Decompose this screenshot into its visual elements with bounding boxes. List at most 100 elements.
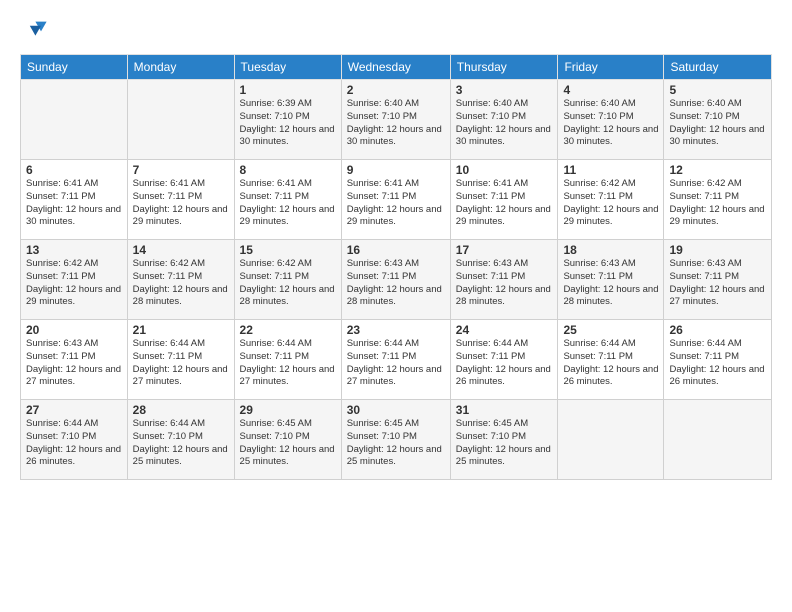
weekday-header-tuesday: Tuesday (234, 55, 341, 80)
day-number: 17 (456, 243, 553, 257)
day-info: Sunrise: 6:41 AMSunset: 7:11 PMDaylight:… (26, 178, 122, 229)
day-number: 8 (240, 163, 336, 177)
day-info: Sunrise: 6:45 AMSunset: 7:10 PMDaylight:… (240, 418, 336, 469)
weekday-header-row: SundayMondayTuesdayWednesdayThursdayFrid… (21, 55, 772, 80)
calendar-cell: 24Sunrise: 6:44 AMSunset: 7:11 PMDayligh… (450, 320, 558, 400)
calendar-table: SundayMondayTuesdayWednesdayThursdayFrid… (20, 54, 772, 480)
day-number: 19 (669, 243, 766, 257)
day-info: Sunrise: 6:44 AMSunset: 7:11 PMDaylight:… (669, 338, 766, 389)
weekday-header-friday: Friday (558, 55, 664, 80)
day-info: Sunrise: 6:43 AMSunset: 7:11 PMDaylight:… (669, 258, 766, 309)
day-number: 3 (456, 83, 553, 97)
calendar-cell: 25Sunrise: 6:44 AMSunset: 7:11 PMDayligh… (558, 320, 664, 400)
day-info: Sunrise: 6:44 AMSunset: 7:11 PMDaylight:… (563, 338, 658, 389)
day-info: Sunrise: 6:44 AMSunset: 7:11 PMDaylight:… (347, 338, 445, 389)
day-number: 16 (347, 243, 445, 257)
page-header (20, 16, 772, 44)
weekday-header-wednesday: Wednesday (341, 55, 450, 80)
day-info: Sunrise: 6:40 AMSunset: 7:10 PMDaylight:… (456, 98, 553, 149)
calendar-cell: 18Sunrise: 6:43 AMSunset: 7:11 PMDayligh… (558, 240, 664, 320)
day-number: 18 (563, 243, 658, 257)
calendar-cell: 2Sunrise: 6:40 AMSunset: 7:10 PMDaylight… (341, 80, 450, 160)
day-number: 10 (456, 163, 553, 177)
calendar-cell: 5Sunrise: 6:40 AMSunset: 7:10 PMDaylight… (664, 80, 772, 160)
day-info: Sunrise: 6:44 AMSunset: 7:11 PMDaylight:… (133, 338, 229, 389)
day-info: Sunrise: 6:44 AMSunset: 7:11 PMDaylight:… (240, 338, 336, 389)
day-info: Sunrise: 6:45 AMSunset: 7:10 PMDaylight:… (456, 418, 553, 469)
weekday-header-sunday: Sunday (21, 55, 128, 80)
calendar-page: SundayMondayTuesdayWednesdayThursdayFrid… (0, 0, 792, 612)
calendar-cell: 15Sunrise: 6:42 AMSunset: 7:11 PMDayligh… (234, 240, 341, 320)
day-info: Sunrise: 6:42 AMSunset: 7:11 PMDaylight:… (669, 178, 766, 229)
day-info: Sunrise: 6:40 AMSunset: 7:10 PMDaylight:… (669, 98, 766, 149)
day-number: 6 (26, 163, 122, 177)
day-number: 30 (347, 403, 445, 417)
day-info: Sunrise: 6:43 AMSunset: 7:11 PMDaylight:… (563, 258, 658, 309)
day-number: 22 (240, 323, 336, 337)
calendar-week-4: 20Sunrise: 6:43 AMSunset: 7:11 PMDayligh… (21, 320, 772, 400)
day-info: Sunrise: 6:43 AMSunset: 7:11 PMDaylight:… (347, 258, 445, 309)
day-number: 20 (26, 323, 122, 337)
calendar-cell (664, 400, 772, 480)
day-info: Sunrise: 6:43 AMSunset: 7:11 PMDaylight:… (26, 338, 122, 389)
day-info: Sunrise: 6:42 AMSunset: 7:11 PMDaylight:… (563, 178, 658, 229)
day-info: Sunrise: 6:42 AMSunset: 7:11 PMDaylight:… (240, 258, 336, 309)
calendar-cell: 27Sunrise: 6:44 AMSunset: 7:10 PMDayligh… (21, 400, 128, 480)
day-info: Sunrise: 6:40 AMSunset: 7:10 PMDaylight:… (347, 98, 445, 149)
day-number: 24 (456, 323, 553, 337)
day-info: Sunrise: 6:41 AMSunset: 7:11 PMDaylight:… (133, 178, 229, 229)
day-info: Sunrise: 6:44 AMSunset: 7:10 PMDaylight:… (26, 418, 122, 469)
calendar-week-5: 27Sunrise: 6:44 AMSunset: 7:10 PMDayligh… (21, 400, 772, 480)
calendar-cell: 8Sunrise: 6:41 AMSunset: 7:11 PMDaylight… (234, 160, 341, 240)
day-number: 29 (240, 403, 336, 417)
day-number: 7 (133, 163, 229, 177)
calendar-cell: 26Sunrise: 6:44 AMSunset: 7:11 PMDayligh… (664, 320, 772, 400)
calendar-cell: 13Sunrise: 6:42 AMSunset: 7:11 PMDayligh… (21, 240, 128, 320)
day-number: 4 (563, 83, 658, 97)
day-info: Sunrise: 6:39 AMSunset: 7:10 PMDaylight:… (240, 98, 336, 149)
logo-icon (20, 16, 48, 44)
day-info: Sunrise: 6:43 AMSunset: 7:11 PMDaylight:… (456, 258, 553, 309)
day-number: 31 (456, 403, 553, 417)
day-info: Sunrise: 6:41 AMSunset: 7:11 PMDaylight:… (240, 178, 336, 229)
calendar-week-3: 13Sunrise: 6:42 AMSunset: 7:11 PMDayligh… (21, 240, 772, 320)
day-number: 13 (26, 243, 122, 257)
calendar-cell (127, 80, 234, 160)
calendar-cell (21, 80, 128, 160)
calendar-cell: 29Sunrise: 6:45 AMSunset: 7:10 PMDayligh… (234, 400, 341, 480)
calendar-cell: 11Sunrise: 6:42 AMSunset: 7:11 PMDayligh… (558, 160, 664, 240)
day-info: Sunrise: 6:45 AMSunset: 7:10 PMDaylight:… (347, 418, 445, 469)
calendar-cell: 1Sunrise: 6:39 AMSunset: 7:10 PMDaylight… (234, 80, 341, 160)
calendar-cell (558, 400, 664, 480)
calendar-cell: 28Sunrise: 6:44 AMSunset: 7:10 PMDayligh… (127, 400, 234, 480)
calendar-cell: 4Sunrise: 6:40 AMSunset: 7:10 PMDaylight… (558, 80, 664, 160)
day-number: 15 (240, 243, 336, 257)
day-number: 25 (563, 323, 658, 337)
day-number: 14 (133, 243, 229, 257)
calendar-cell: 9Sunrise: 6:41 AMSunset: 7:11 PMDaylight… (341, 160, 450, 240)
day-number: 28 (133, 403, 229, 417)
day-info: Sunrise: 6:44 AMSunset: 7:11 PMDaylight:… (456, 338, 553, 389)
day-info: Sunrise: 6:40 AMSunset: 7:10 PMDaylight:… (563, 98, 658, 149)
calendar-cell: 20Sunrise: 6:43 AMSunset: 7:11 PMDayligh… (21, 320, 128, 400)
calendar-cell: 21Sunrise: 6:44 AMSunset: 7:11 PMDayligh… (127, 320, 234, 400)
day-info: Sunrise: 6:41 AMSunset: 7:11 PMDaylight:… (456, 178, 553, 229)
day-info: Sunrise: 6:42 AMSunset: 7:11 PMDaylight:… (26, 258, 122, 309)
day-number: 1 (240, 83, 336, 97)
calendar-cell: 19Sunrise: 6:43 AMSunset: 7:11 PMDayligh… (664, 240, 772, 320)
day-number: 27 (26, 403, 122, 417)
calendar-week-1: 1Sunrise: 6:39 AMSunset: 7:10 PMDaylight… (21, 80, 772, 160)
calendar-cell: 17Sunrise: 6:43 AMSunset: 7:11 PMDayligh… (450, 240, 558, 320)
weekday-header-thursday: Thursday (450, 55, 558, 80)
calendar-cell: 6Sunrise: 6:41 AMSunset: 7:11 PMDaylight… (21, 160, 128, 240)
calendar-cell: 7Sunrise: 6:41 AMSunset: 7:11 PMDaylight… (127, 160, 234, 240)
calendar-cell: 3Sunrise: 6:40 AMSunset: 7:10 PMDaylight… (450, 80, 558, 160)
day-number: 9 (347, 163, 445, 177)
day-info: Sunrise: 6:44 AMSunset: 7:10 PMDaylight:… (133, 418, 229, 469)
day-number: 26 (669, 323, 766, 337)
calendar-week-2: 6Sunrise: 6:41 AMSunset: 7:11 PMDaylight… (21, 160, 772, 240)
day-info: Sunrise: 6:41 AMSunset: 7:11 PMDaylight:… (347, 178, 445, 229)
day-info: Sunrise: 6:42 AMSunset: 7:11 PMDaylight:… (133, 258, 229, 309)
calendar-cell: 12Sunrise: 6:42 AMSunset: 7:11 PMDayligh… (664, 160, 772, 240)
weekday-header-saturday: Saturday (664, 55, 772, 80)
